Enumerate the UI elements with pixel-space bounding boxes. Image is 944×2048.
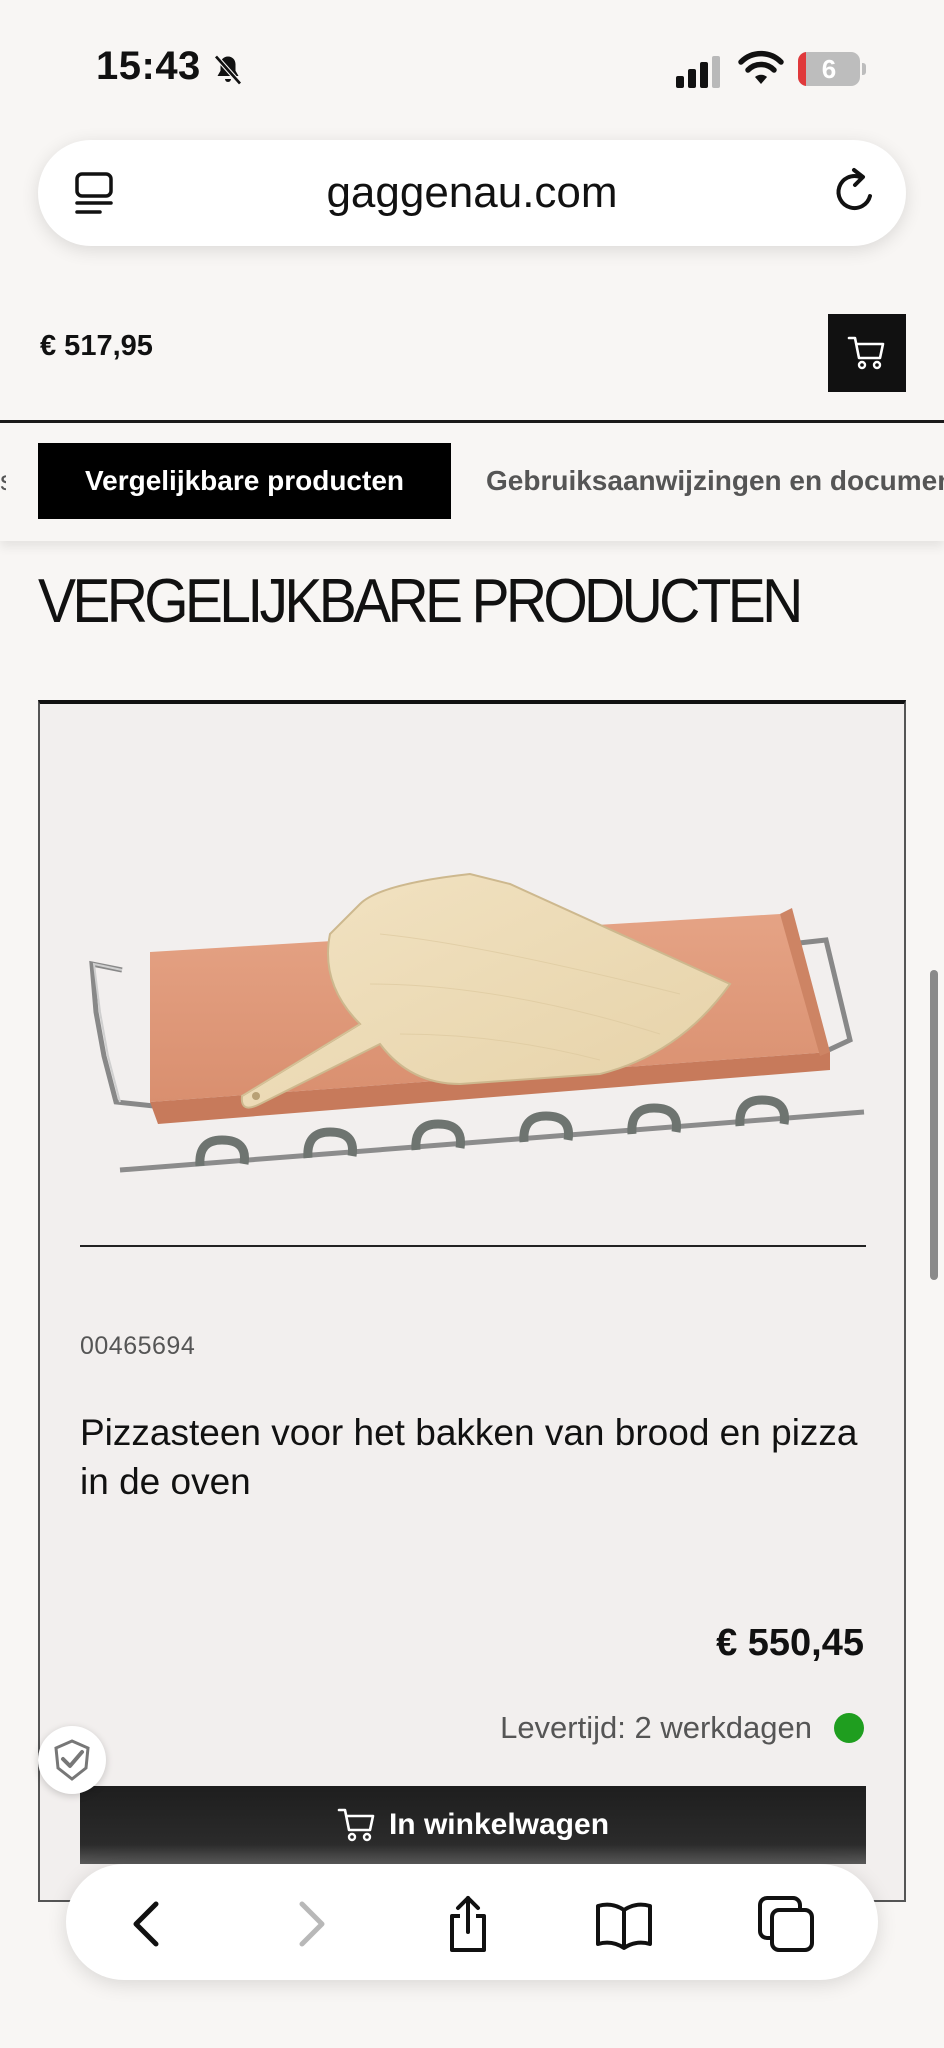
bookmarks-button[interactable]: [594, 1894, 654, 1954]
signal-icon: [676, 56, 720, 88]
address-bar[interactable]: gaggenau.com: [38, 140, 906, 246]
wifi-icon: [738, 50, 784, 84]
delivery-text: Levertijd: 2 werkdagen: [500, 1710, 812, 1745]
tabs-button[interactable]: [756, 1894, 816, 1954]
back-button[interactable]: [118, 1894, 178, 1954]
card-divider: [80, 1245, 866, 1247]
product-title[interactable]: Pizzasteen voor het bakken van brood en …: [80, 1408, 870, 1506]
share-icon: [450, 1896, 486, 1952]
cart-button[interactable]: [828, 314, 906, 392]
url-text[interactable]: gaggenau.com: [38, 168, 906, 218]
tab-previous-hint[interactable]: s: [0, 443, 6, 519]
cart-icon: [337, 1808, 375, 1842]
reload-icon[interactable]: [830, 166, 880, 218]
trust-badge[interactable]: [38, 1726, 106, 1794]
chevron-left-icon: [133, 1901, 159, 1947]
shield-check-icon: [54, 1739, 90, 1781]
battery-indicator: 6: [798, 52, 866, 86]
status-time: 15:43: [96, 44, 201, 88]
battery-level: 6: [821, 54, 837, 84]
status-bar: 15:43 6: [0, 0, 944, 130]
browser-toolbar: [66, 1864, 878, 1980]
tab-manuals-documents[interactable]: Gebruiksaanwijzingen en documenten: [486, 443, 944, 519]
chevron-right-icon: [299, 1901, 325, 1947]
availability-dot-icon: [834, 1713, 864, 1743]
product-price: € 550,45: [716, 1622, 864, 1664]
scroll-indicator[interactable]: [930, 970, 938, 1280]
product-tabs: s Vergelijkbare producten Gebruiksaanwij…: [0, 423, 944, 541]
product-card[interactable]: 00465694 Pizzasteen voor het bakken van …: [38, 700, 906, 1902]
header-price: € 517,95: [40, 330, 153, 362]
tabs-icon: [758, 1896, 814, 1952]
add-to-cart-button[interactable]: In winkelwagen: [80, 1786, 866, 1864]
book-icon: [596, 1902, 652, 1950]
bell-muted-icon: [214, 54, 242, 86]
section-title: VERGELIJKBARE PRODUCTEN: [38, 567, 803, 636]
cart-icon: [847, 336, 885, 370]
delivery-status: Levertijd: 2 werkdagen: [500, 1710, 864, 1746]
forward-button[interactable]: [280, 1894, 340, 1954]
product-image[interactable]: [80, 784, 870, 1184]
tab-similar-products[interactable]: Vergelijkbare producten: [38, 443, 451, 519]
add-to-cart-label: In winkelwagen: [388, 1808, 610, 1841]
product-sku: 00465694: [80, 1332, 196, 1360]
share-button[interactable]: [438, 1894, 498, 1954]
